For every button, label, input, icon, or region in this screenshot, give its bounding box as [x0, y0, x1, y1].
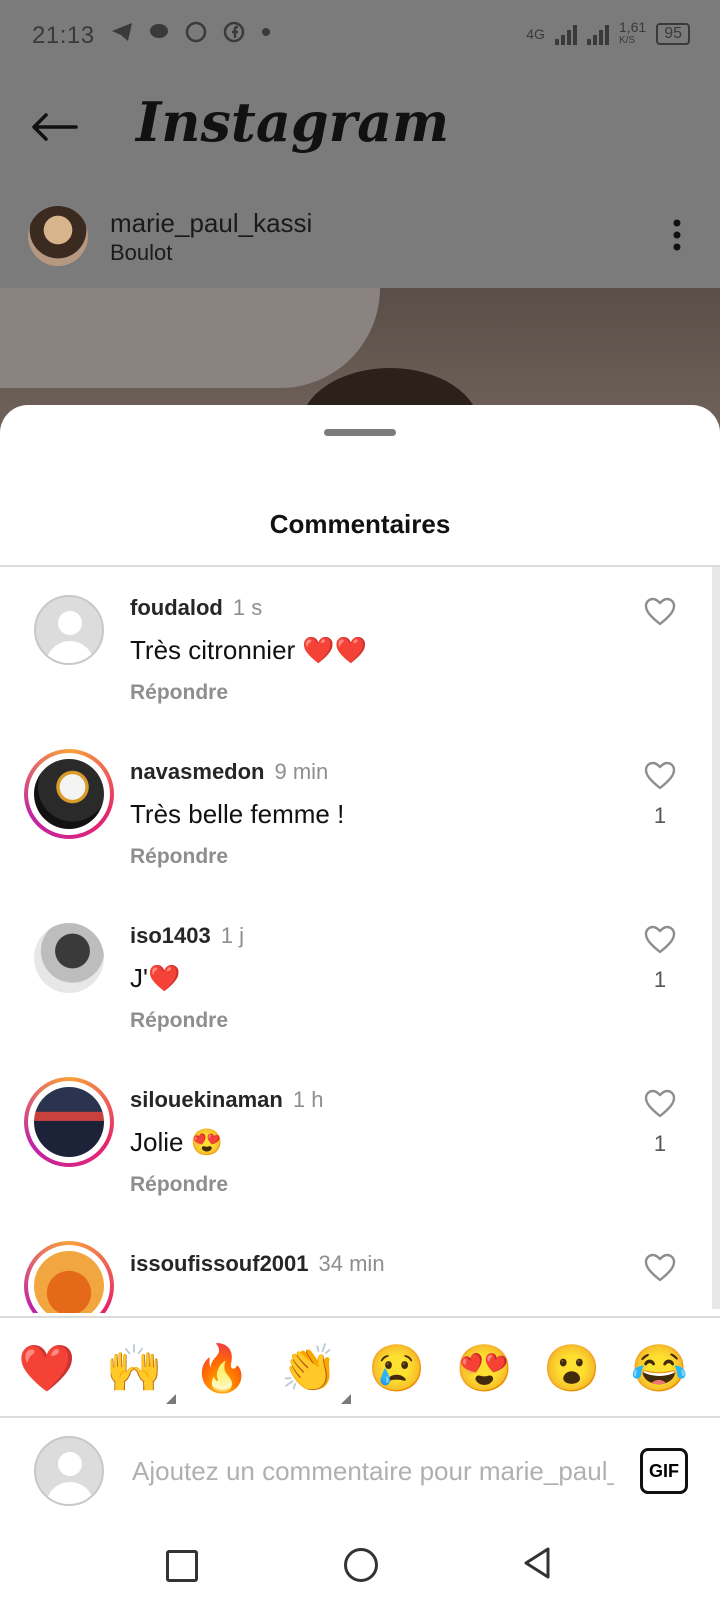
comment-username[interactable]: foudalod 1 s	[130, 595, 262, 621]
comment-username[interactable]: issoufissouf2001 34 min	[130, 1251, 385, 1277]
like-heart-icon[interactable]	[644, 1253, 676, 1283]
emoji-reaction-bar: ❤️ 🙌 🔥 👏 😢 😍 😮 😂	[0, 1316, 720, 1418]
story-ring[interactable]	[24, 749, 114, 839]
comment-text: J'❤️	[130, 963, 181, 993]
default-avatar[interactable]	[34, 595, 104, 665]
emoji-reaction-button[interactable]: 🙌	[105, 1340, 176, 1404]
emoji-glyph: 😮	[543, 1342, 601, 1394]
emoji-glyph: 🙌	[105, 1342, 163, 1394]
speed-value: 1,61	[618, 19, 647, 35]
emoji-reaction-button[interactable]: 👏	[280, 1340, 351, 1404]
like-heart-icon[interactable]	[644, 761, 676, 791]
username-text[interactable]: foudalod	[130, 595, 223, 620]
story-ring[interactable]	[24, 1241, 114, 1313]
like-heart-icon[interactable]	[644, 597, 676, 627]
emoji-glyph: 🔥	[193, 1342, 251, 1394]
comment-time: 9 min	[274, 759, 329, 784]
instagram-logo: Instagram	[136, 90, 450, 154]
scrollbar[interactable]	[712, 567, 720, 1309]
speed-unit: K/S	[618, 35, 636, 46]
emoji-glyph: 😂	[630, 1342, 688, 1394]
signal-icon	[554, 23, 577, 45]
gif-button[interactable]: GIF	[640, 1448, 688, 1494]
nav-back-icon[interactable]	[522, 1546, 552, 1580]
reply-button[interactable]: Répondre	[130, 1173, 228, 1197]
like-count: 1	[653, 1131, 667, 1156]
home-icon[interactable]	[344, 1548, 378, 1582]
emoji-reaction-button[interactable]: 😮	[543, 1340, 601, 1396]
like-heart-icon[interactable]	[644, 1089, 676, 1119]
sheet-title: Commentaires	[269, 509, 451, 539]
username-text[interactable]: issoufissouf2001	[130, 1251, 309, 1276]
emoji-reaction-button[interactable]: 😂	[630, 1340, 688, 1396]
comment-text: Jolie 😍	[130, 1127, 224, 1157]
app-bar: Instagram	[0, 72, 720, 184]
comment-username[interactable]: iso1403 1 j	[130, 923, 244, 949]
emoji-reaction-button[interactable]: ❤️	[18, 1340, 76, 1396]
post-header: marie_paul_kassi Boulot	[0, 184, 720, 288]
emoji-glyph: 👏	[280, 1342, 338, 1394]
battery-indicator: 95	[656, 23, 690, 45]
emoji-glyph: 😢	[368, 1342, 426, 1394]
emoji-reaction-button[interactable]: 🔥	[193, 1340, 251, 1396]
signal-icon-2	[586, 23, 609, 45]
post-author-username[interactable]: marie_paul_kassi	[110, 208, 312, 239]
comment-time: 34 min	[318, 1251, 385, 1276]
comment-time: 1 s	[232, 595, 263, 620]
comment-item: silouekinaman 1 h Jolie 😍 Répondre 1	[0, 1059, 712, 1227]
system-nav-bar	[0, 1524, 720, 1612]
orange-avatar[interactable]	[34, 1251, 104, 1313]
comment-item: issoufissouf2001 34 min	[0, 1223, 712, 1313]
comment-username[interactable]: navasmedon 9 min	[130, 759, 328, 785]
comment-text: Très citronnier ❤️❤️	[130, 635, 368, 665]
comment-input-bar: GIF	[0, 1416, 720, 1526]
sheet-drag-handle[interactable]	[324, 429, 396, 436]
current-user-avatar	[34, 1436, 104, 1506]
status-time: 21:13	[32, 22, 95, 49]
comment-input[interactable]	[130, 1448, 616, 1494]
notification-icons	[110, 20, 272, 44]
comment-item: navasmedon 9 min Très belle femme ! Répondr…	[0, 731, 712, 899]
portrait-avatar[interactable]	[34, 923, 104, 993]
telegram-icon	[112, 23, 132, 41]
like-count: 1	[653, 803, 667, 828]
emoji-reaction-button[interactable]: 😍	[455, 1340, 513, 1396]
like-count: 1	[653, 967, 667, 992]
chat-bubble-icon	[150, 24, 168, 38]
like-heart-icon[interactable]	[644, 925, 676, 955]
comment-item: foudalod 1 s Très citronnier ❤️❤️ Répondre	[0, 567, 712, 735]
recent-apps-icon[interactable]	[166, 1550, 198, 1582]
network-type: 4G	[526, 26, 545, 42]
more-options-icon[interactable]	[672, 218, 682, 252]
comment-time: 1 j	[220, 923, 244, 948]
emoji-glyph: ❤️	[18, 1342, 76, 1394]
screen-avatar[interactable]	[34, 1087, 104, 1157]
comment-username[interactable]: silouekinaman 1 h	[130, 1087, 323, 1113]
comment-item: iso1403 1 j J'❤️ Répondre 1	[0, 895, 712, 1063]
comment-time: 1 h	[292, 1087, 324, 1112]
post-location[interactable]: Boulot	[110, 240, 172, 266]
username-text[interactable]: silouekinaman	[130, 1087, 283, 1112]
whatsapp-icon	[185, 21, 207, 43]
username-text[interactable]: navasmedon	[130, 759, 265, 784]
reply-button[interactable]: Répondre	[130, 1009, 228, 1033]
facebook-icon	[223, 21, 245, 43]
username-text[interactable]: iso1403	[130, 923, 211, 948]
skin-tone-indicator	[165, 1394, 176, 1404]
reply-button[interactable]: Répondre	[130, 681, 228, 705]
post-author-avatar[interactable]	[28, 206, 88, 266]
eagle-avatar[interactable]	[34, 759, 104, 829]
dot-icon	[262, 28, 270, 36]
reply-button[interactable]: Répondre	[130, 845, 228, 869]
status-bar: 21:13 4G 1,61 K/S 95	[0, 0, 720, 72]
skin-tone-indicator	[340, 1394, 351, 1404]
back-arrow-icon[interactable]	[30, 112, 78, 142]
story-ring[interactable]	[24, 1077, 114, 1167]
emoji-reaction-button[interactable]: 😢	[368, 1340, 426, 1396]
emoji-glyph: 😍	[455, 1342, 513, 1394]
comment-text: Très belle femme !	[130, 799, 345, 829]
